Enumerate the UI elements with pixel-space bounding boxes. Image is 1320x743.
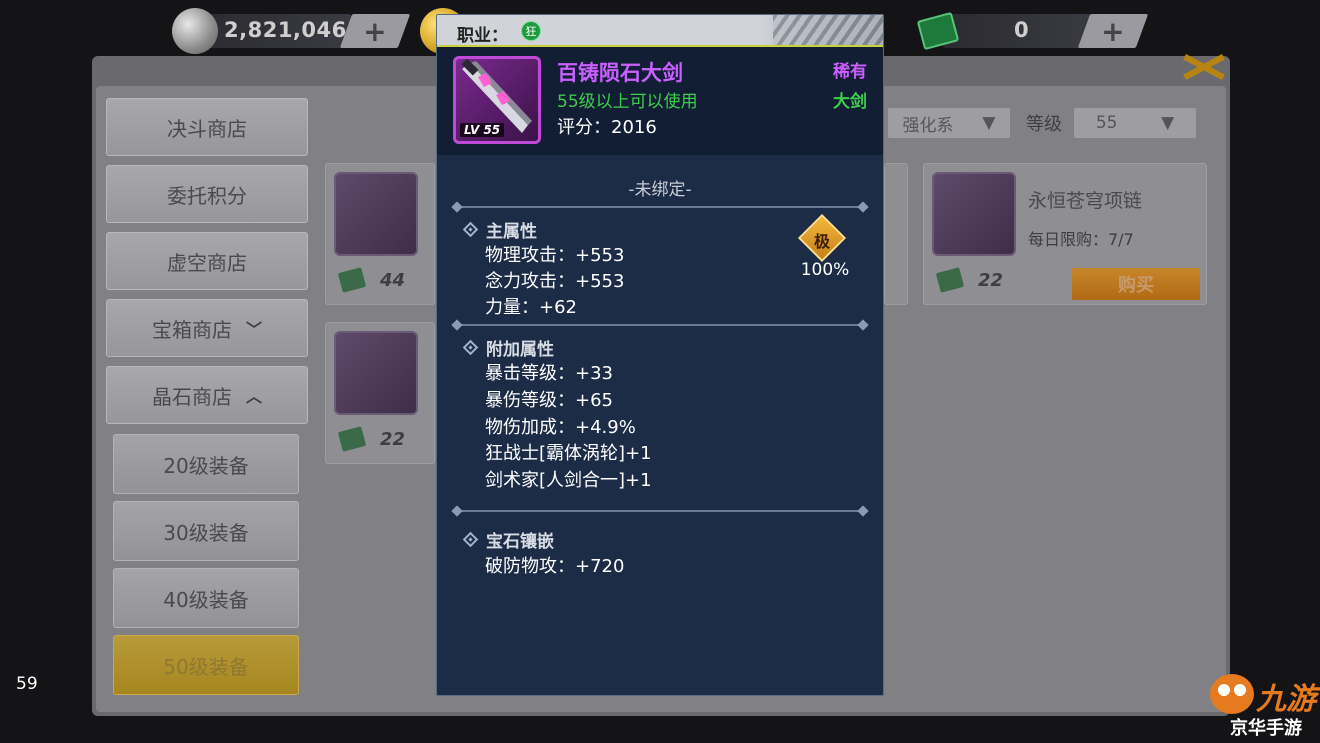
grade-percent: 100% (800, 260, 850, 280)
grade-symbol: 极 (813, 232, 830, 251)
ticket-amount: 0 (1014, 18, 1030, 42)
main-attr-stat: 物理攻击：+553 (485, 245, 625, 266)
item-name: 百铸陨石大剑 (557, 61, 683, 85)
berserker-class-icon: 狂 (521, 21, 541, 41)
level-filter-label: 等级 (1026, 114, 1062, 135)
extra-attr-stat: 物伤加成：+4.9% (485, 417, 636, 438)
necklace-item-icon (932, 172, 1016, 256)
sidebar-item-crystal-shop[interactable]: 晶石商店 ︿ (106, 366, 308, 424)
level-filter-select[interactable]: 55 ▼ (1074, 108, 1196, 138)
item-level-badge: LV 55 (460, 123, 505, 137)
buy-button[interactable]: 购买 (1072, 268, 1200, 300)
silver-amount: 2,821,046 (224, 18, 347, 42)
gem-title: 宝石镶嵌 (462, 527, 554, 552)
section-divider (451, 319, 869, 331)
main-attr-title: 主属性 (462, 217, 537, 242)
type-filter-select[interactable]: 强化系 ▼ (888, 108, 1010, 138)
ticket-icon (337, 267, 367, 293)
item-price: 22 (380, 429, 406, 450)
sword-item-icon (334, 172, 418, 256)
rarity-label: 稀有 (833, 62, 867, 82)
ticket-currency: 0 + (916, 11, 1149, 51)
greatsword-icon: LV 55 (453, 56, 541, 144)
add-ticket-button[interactable]: + (1077, 14, 1149, 48)
extra-attr-stat: 暴伤等级：+65 (485, 390, 613, 411)
sub-item-lv20-gear[interactable]: 20级装备 (113, 434, 299, 494)
dropdown-arrow-icon: ▼ (982, 113, 996, 133)
item-price: 44 (380, 270, 406, 291)
weapon-type-label: 大剑 (833, 92, 867, 112)
sub-item-lv50-gear[interactable]: 50级装备 (113, 635, 299, 695)
section-divider (451, 505, 869, 517)
site-watermark: 九游 京华手游 (1206, 672, 1318, 742)
sidebar-item-void-shop[interactable]: 虚空商店 (106, 232, 308, 290)
fps-counter: 59 (16, 674, 38, 694)
sidebar-item-duel-shop[interactable]: 决斗商店 (106, 98, 308, 156)
item-tooltip: 职业： 狂 LV 55 百铸陨石大剑 55级以上可以使用 评分：2016 稀有 … (436, 14, 884, 696)
sidebar-item-chest-shop[interactable]: 宝箱商店 ﹀ (106, 299, 308, 357)
sub-item-lv40-gear[interactable]: 40级装备 (113, 568, 299, 628)
silver-coin-icon (172, 8, 218, 54)
diamond-bullet-icon (462, 339, 479, 356)
item-summary: LV 55 百铸陨石大剑 55级以上可以使用 评分：2016 稀有 大剑 (437, 47, 883, 155)
shop-item-card[interactable] (884, 163, 908, 305)
job-label: 职业： (457, 26, 508, 46)
main-attr-stat: 力量：+62 (485, 297, 577, 318)
item-score: 评分：2016 (557, 117, 657, 138)
extra-attr-stat: 狂战士[霸体涡轮]+1 (485, 443, 652, 464)
level-requirement: 55级以上可以使用 (557, 92, 698, 112)
sub-item-lv30-gear[interactable]: 30级装备 (113, 501, 299, 561)
item-price: 22 (978, 270, 1004, 291)
add-silver-button[interactable]: + (339, 14, 411, 48)
item-name: 永恒苍穹项链 (1028, 190, 1143, 212)
shop-item-card[interactable]: 永恒苍穹项链 每日限购：7/7 22 购买 (923, 163, 1207, 305)
gem-stat: 破防物攻：+720 (485, 556, 625, 577)
diamond-bullet-icon (462, 221, 479, 238)
shop-item-card[interactable]: 22 (325, 322, 435, 464)
bind-status: -未绑定- (628, 180, 692, 200)
extra-attr-stat: 暴击等级：+33 (485, 363, 613, 384)
close-icon[interactable] (1178, 48, 1228, 84)
chevron-down-icon: ﹀ (245, 320, 262, 339)
extra-attr-title: 附加属性 (462, 335, 554, 360)
section-divider (451, 201, 869, 213)
item-purchase-limit: 每日限购：7/7 (1028, 230, 1134, 249)
mascot-logo-icon (1210, 674, 1254, 714)
ticket-icon (337, 426, 367, 452)
sidebar-item-commission-points[interactable]: 委托积分 (106, 165, 308, 223)
main-attr-stat: 念力攻击：+553 (485, 271, 625, 292)
silver-currency: 2,821,046 + (172, 8, 411, 54)
ticket-icon (935, 267, 965, 293)
chevron-up-icon: ︿ (245, 387, 262, 406)
dropdown-arrow-icon: ▼ (1161, 113, 1175, 133)
tooltip-header: 职业： 狂 (437, 15, 883, 47)
extra-attr-stat: 剑术家[人剑合一]+1 (485, 470, 652, 491)
pendant-item-icon (334, 331, 418, 415)
watermark-logo-text: 九游 (1256, 682, 1316, 717)
shop-item-card[interactable]: 44 (325, 163, 435, 305)
watermark-subtext: 京华手游 (1230, 718, 1302, 739)
diamond-bullet-icon (462, 531, 479, 548)
